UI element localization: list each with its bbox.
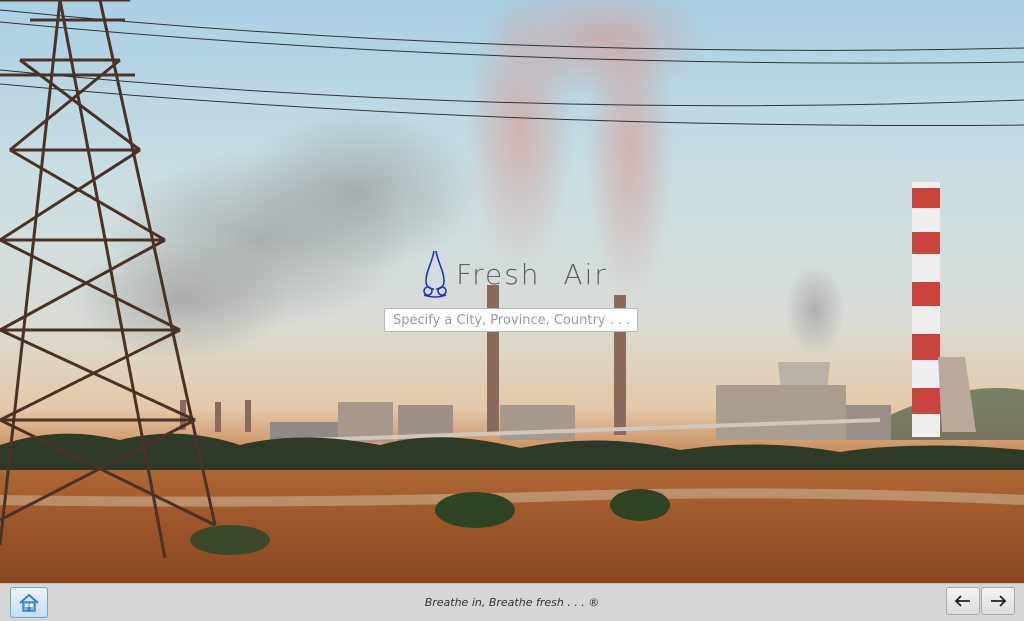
nose-icon <box>423 250 447 298</box>
app-logo: Fresh Air <box>420 248 608 300</box>
arrow-right-icon <box>991 595 1007 607</box>
back-button[interactable] <box>946 587 980 615</box>
app-title: Fresh Air <box>456 257 608 291</box>
bottom-toolbar: Breathe in, Breathe fresh . . . ® <box>0 583 1024 621</box>
arrow-left-icon <box>954 595 970 607</box>
location-search-input[interactable] <box>384 308 638 332</box>
tagline: Breathe in, Breathe fresh . . . ® <box>424 596 600 609</box>
forward-button[interactable] <box>981 587 1015 615</box>
